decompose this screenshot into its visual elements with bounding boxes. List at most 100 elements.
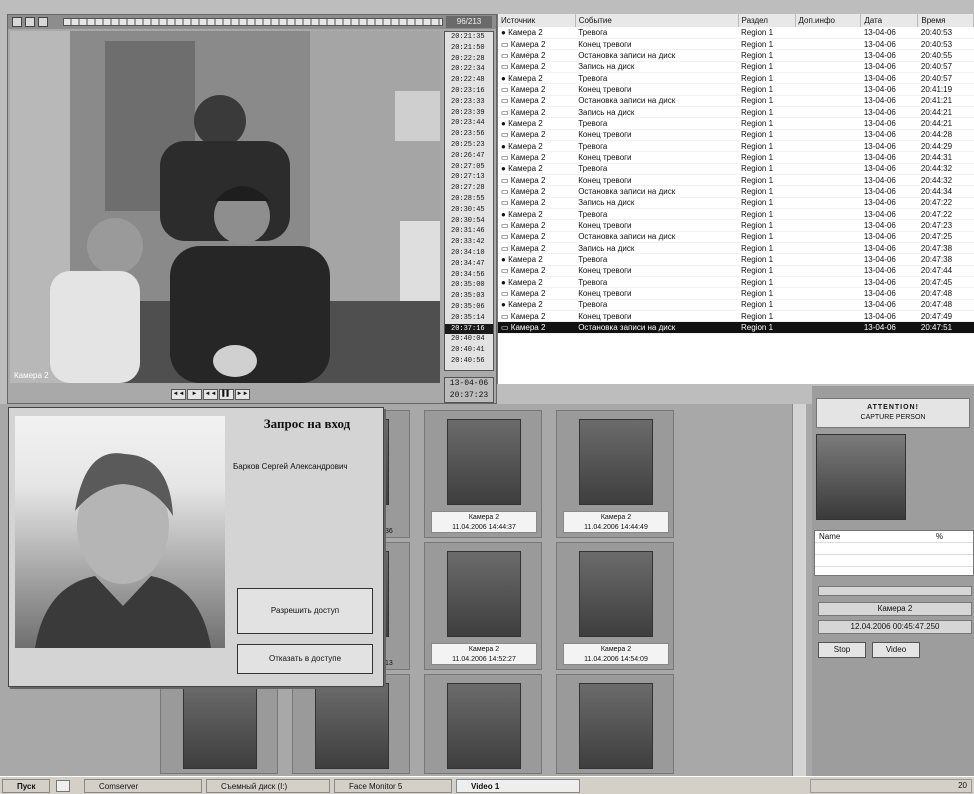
timestamp-item[interactable]: 20:23:39 — [445, 108, 493, 119]
event-cell: 20:44:32 — [917, 174, 974, 187]
event-row[interactable]: ● Камера 2 Тревога Region 1 13-04-06 20:40:5… — [498, 27, 974, 39]
thumbnail[interactable] — [424, 674, 542, 774]
timestamp-item[interactable]: 20:26:47 — [445, 151, 493, 162]
grid-scrollbar[interactable] — [792, 404, 806, 776]
task-face-monitor[interactable]: Face Monitor 5 — [334, 779, 452, 793]
timestamp-item[interactable]: 20:40:41 — [445, 345, 493, 356]
event-row[interactable]: ▭ Камера 2 Запись на диск Region 1 13-04-06… — [498, 197, 974, 210]
column-header[interactable]: Источник — [498, 14, 576, 27]
column-header[interactable]: Время — [917, 14, 974, 27]
task-removable-disk[interactable]: Съемный диск (I:) — [206, 779, 330, 793]
timestamp-item[interactable]: 20:35:06 — [445, 302, 493, 313]
event-row[interactable]: ▭ Камера 2 Конец тревоги Region 1 13-04-06 2… — [498, 287, 974, 300]
event-cell: 20:47:51 — [917, 321, 974, 334]
timestamp-item[interactable]: 20:27:28 — [445, 183, 493, 194]
event-row[interactable]: ▭ Камера 2 Конец тревоги Region 1 13-04-06 2… — [498, 265, 974, 278]
timestamp-item[interactable]: 20:30:45 — [445, 205, 493, 216]
alarm-icon: ● — [501, 164, 509, 174]
thumbnail[interactable] — [292, 674, 410, 774]
timestamp-item[interactable]: 20:23:44 — [445, 118, 493, 129]
timestamp-item[interactable]: 20:30:54 — [445, 216, 493, 227]
timestamp-item[interactable]: 20:23:16 — [445, 86, 493, 97]
timestamp-item[interactable]: 20:22:48 — [445, 75, 493, 86]
timestamp-item[interactable]: 20:35:00 — [445, 280, 493, 291]
thumbnail[interactable] — [556, 674, 674, 774]
column-header[interactable]: Раздел — [738, 14, 796, 27]
column-header[interactable]: Доп.инфо — [795, 14, 862, 27]
timestamp-list[interactable]: 20:21:35 20:21:50 20:22:28 20:22:34 20:22:48… — [444, 31, 494, 371]
timestamp-item[interactable]: 20:22:34 — [445, 64, 493, 75]
timestamp-item[interactable]: 20:35:03 — [445, 291, 493, 302]
thumbnail[interactable]: Камера 2 11.04.2006 14:44:37 — [424, 410, 542, 538]
timestamp-item[interactable]: 20:34:56 — [445, 270, 493, 281]
alarm-icon: ● — [501, 255, 509, 265]
event-row[interactable]: ● Камера 2 Тревога Region 1 13-04-06 20:44:2… — [498, 140, 974, 153]
timestamp-item[interactable]: 20:28:55 — [445, 194, 493, 205]
event-row[interactable]: ▭ Камера 2 Остановка записи на диск Region… — [498, 49, 974, 62]
thumbnail[interactable] — [160, 674, 278, 774]
timestamp-item[interactable]: 20:34:10 — [445, 248, 493, 259]
event-row[interactable]: ● Камера 2 Тревога Region 1 13-04-06 20:44:3… — [498, 163, 974, 175]
event-row[interactable]: ● Камера 2 Тревога Region 1 13-04-06 20:44:2… — [498, 117, 974, 130]
timestamp-item[interactable]: 20:22:28 — [445, 54, 493, 65]
rewind-button[interactable]: ◄◄ — [171, 389, 186, 400]
task-video[interactable]: Video 1 — [456, 779, 580, 793]
timestamp-item[interactable]: 20:23:33 — [445, 97, 493, 108]
play-button[interactable]: ► — [187, 389, 202, 400]
timestamp-item[interactable]: 20:33:42 — [445, 237, 493, 248]
timestamp-item[interactable]: 20:23:56 — [445, 129, 493, 140]
event-row[interactable]: ▭ Камера 2 Остановка записи на диск Region… — [498, 95, 974, 107]
column-header[interactable]: Дата — [860, 14, 919, 27]
timestamp-item[interactable]: 20:37:16 — [445, 323, 493, 335]
pause-button[interactable]: ▌▌ — [219, 389, 234, 400]
desktop-icon[interactable] — [56, 780, 70, 792]
deny-access-button[interactable]: Отказать в доступе — [237, 644, 373, 674]
timestamp-item[interactable]: 20:40:04 — [445, 334, 493, 345]
step-back-button[interactable]: ◄◄ — [203, 389, 218, 400]
column-header[interactable]: Событие — [575, 14, 739, 27]
event-row[interactable]: ▭ Камера 2 Остановка записи на диск Region… — [498, 321, 974, 334]
video-button[interactable]: Video — [872, 642, 920, 658]
event-row[interactable]: ● Камера 2 Тревога Region 1 13-04-06 20:47:3… — [498, 253, 974, 266]
thumbnail[interactable]: Камера 2 11.04.2006 14:54:09 — [556, 542, 674, 670]
event-row[interactable]: ● Камера 2 Тревога Region 1 13-04-06 20:47:4… — [498, 276, 974, 289]
event-row[interactable]: ▭ Камера 2 Конец тревоги Region 1 13-04-06 2… — [498, 129, 974, 141]
timestamp-item[interactable]: 20:40:56 — [445, 356, 493, 367]
timestamp-item[interactable]: 20:35:14 — [445, 313, 493, 324]
timestamp-item[interactable]: 20:27:05 — [445, 162, 493, 173]
event-row[interactable]: ▭ Камера 2 Конец тревоги Region 1 13-04-06 2… — [498, 38, 974, 51]
event-cell: 20:41:21 — [917, 95, 974, 107]
seek-bar[interactable] — [63, 18, 443, 26]
event-row[interactable]: ▭ Камера 2 Конец тревоги Region 1 13-04-06 2… — [498, 219, 974, 232]
timestamp-item[interactable]: 20:21:35 — [445, 32, 493, 43]
timestamp-item[interactable]: 20:34:47 — [445, 259, 493, 270]
event-row[interactable]: ▭ Камера 2 Запись на диск Region 1 13-04-06… — [498, 61, 974, 73]
event-cell — [795, 197, 861, 210]
event-row[interactable]: ▭ Камера 2 Конец тревоги Region 1 13-04-06 2… — [498, 83, 974, 96]
event-row[interactable]: ▭ Камера 2 Конец тревоги Region 1 13-04-06 2… — [498, 151, 974, 164]
print-icon[interactable] — [38, 17, 48, 27]
event-row[interactable]: ● Камера 2 Тревога Region 1 13-04-06 20:40:5… — [498, 72, 974, 85]
open-icon[interactable] — [12, 17, 22, 27]
forward-button[interactable]: ►► — [235, 389, 250, 400]
event-row[interactable]: ● Камера 2 Тревога Region 1 13-04-06 20:47:2… — [498, 208, 974, 221]
save-icon[interactable] — [25, 17, 35, 27]
event-row[interactable]: ● Камера 2 Тревога Region 1 13-04-06 20:47:4… — [498, 299, 974, 312]
timestamp-item[interactable]: 20:21:50 — [445, 43, 493, 54]
alarm-icon: ● — [501, 118, 509, 128]
allow-access-button[interactable]: Разрешить доступ — [237, 588, 373, 634]
stop-button[interactable]: Stop — [818, 642, 866, 658]
timestamp-item[interactable]: 20:27:13 — [445, 172, 493, 183]
event-row[interactable]: ▭ Камера 2 Запись на диск Region 1 13-04-06… — [498, 242, 974, 255]
thumbnail[interactable]: Камера 2 11.04.2006 14:44:49 — [556, 410, 674, 538]
event-row[interactable]: ▭ Камера 2 Остановка записи на диск Region… — [498, 185, 974, 198]
task-comserver[interactable]: Comserver — [84, 779, 202, 793]
event-row[interactable]: ▭ Камера 2 Запись на диск Region 1 13-04-06… — [498, 106, 974, 119]
event-row[interactable]: ▭ Камера 2 Конец тревоги Region 1 13-04-06 2… — [498, 174, 974, 187]
timestamp-item[interactable]: 20:31:46 — [445, 226, 493, 237]
event-row[interactable]: ▭ Камера 2 Остановка записи на диск Region… — [498, 231, 974, 244]
event-row[interactable]: ▭ Камера 2 Конец тревоги Region 1 13-04-06 2… — [498, 310, 974, 323]
thumbnail[interactable]: Камера 2 11.04.2006 14:52:27 — [424, 542, 542, 670]
timestamp-item[interactable]: 20:25:23 — [445, 140, 493, 151]
start-button[interactable]: Пуск — [2, 779, 50, 793]
